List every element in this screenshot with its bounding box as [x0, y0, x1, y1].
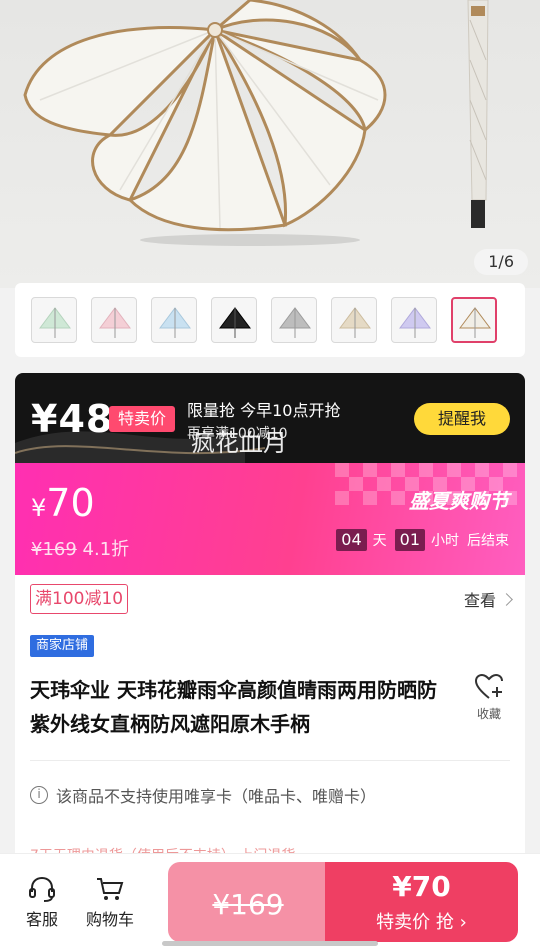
original-price-label: ¥169	[212, 888, 284, 921]
card-note-text: 该商品不支持使用唯享卡（唯品卡、唯赠卡）	[56, 787, 377, 806]
thumbnail-mint[interactable]	[31, 297, 77, 343]
thumbnail-beige[interactable]	[331, 297, 377, 343]
home-indicator	[162, 941, 378, 946]
flash-sale-banner: ¥48 特卖价 限量抢 今早10点开抢 再享满100减10 疯花血月 提醒我	[15, 373, 525, 465]
thumbnail-black[interactable]	[211, 297, 257, 343]
discount-rate: 4.1折	[82, 539, 130, 560]
flash-sale-title: 限量抢 今早10点开抢	[187, 401, 341, 420]
countdown-days: 04	[336, 529, 367, 551]
favorite-label: 收藏	[476, 707, 501, 721]
view-coupons-link[interactable]: 查看	[463, 587, 513, 611]
shop-badge: 商家店铺	[30, 635, 95, 657]
view-link-label: 查看	[463, 591, 496, 610]
currency-symbol: ¥	[31, 494, 47, 522]
original-price: ¥169	[31, 539, 77, 560]
checker-pattern	[335, 463, 517, 505]
product-title: 天玮伞业 天玮花瓣雨伞高颜值晴雨两用防晒防紫外线女直柄防风遮阳原木手柄	[30, 678, 437, 736]
headset-icon	[29, 876, 55, 902]
thumbnail-gray[interactable]	[271, 297, 317, 343]
countdown-days-unit: 天	[372, 533, 387, 549]
buy-action-label: 特卖价 抢 ›	[376, 912, 467, 933]
product-info: 满100减10 查看 商家店铺 天玮伞业 天玮花瓣雨伞高颜值晴雨两用防晒防紫外线…	[15, 575, 525, 865]
price-banner: ¥70 ¥169 4.1折 盛夏爽购节 04 天 01 小时 后结束	[15, 463, 525, 575]
original-price-button[interactable]: ¥169	[168, 862, 328, 942]
divider	[30, 760, 510, 761]
buy-price: ¥70	[392, 870, 451, 903]
thumbnail-cream[interactable]	[451, 297, 497, 343]
coupon-badge[interactable]: 满100减10	[30, 584, 129, 614]
sale-price-value: 70	[46, 481, 95, 525]
info-icon: i	[30, 786, 48, 804]
heart-plus-icon	[474, 673, 503, 699]
original-price-row: ¥169 4.1折	[31, 535, 129, 561]
bottom-action-bar: 客服 购物车 ¥169 ¥70 特卖价 抢 ›	[0, 853, 540, 949]
thumbnail-lavender[interactable]	[391, 297, 437, 343]
countdown-hours-unit: 小时	[431, 533, 459, 549]
sale-price: ¥70	[31, 481, 95, 525]
countdown-suffix: 后结束	[467, 533, 509, 549]
event-title: 盛夏爽购节	[409, 489, 509, 513]
countdown-hours: 01	[394, 529, 425, 551]
customer-service-label: 客服	[25, 910, 58, 929]
chevron-right-icon	[500, 592, 513, 606]
buy-action-text: 特卖价 抢	[376, 912, 454, 933]
card-restriction-note: i 该商品不支持使用唯享卡（唯品卡、唯赠卡）	[30, 783, 376, 807]
customer-service-button[interactable]: 客服	[12, 876, 72, 930]
product-hero-image[interactable]: 1/6	[0, 0, 540, 288]
color-thumbnails	[15, 283, 525, 357]
remind-me-button[interactable]: 提醒我	[414, 403, 510, 435]
cart-label: 购物车	[85, 910, 134, 929]
flash-overlay-text: 疯花血月	[191, 429, 287, 457]
umbrella-illustration	[23, 0, 489, 246]
flash-price-tag: 特卖价	[109, 406, 175, 432]
cart-icon	[97, 878, 124, 900]
countdown-timer: 04 天 01 小时 后结束	[336, 529, 509, 551]
cart-button[interactable]: 购物车	[80, 876, 140, 930]
page-indicator: 1/6	[474, 249, 528, 275]
buy-now-button[interactable]: ¥70 特卖价 抢 ›	[325, 862, 518, 942]
thumbnail-pink[interactable]	[91, 297, 137, 343]
flash-price: ¥48	[31, 397, 114, 441]
product-page: 1/6 ¥48 特卖价 限量抢 今早10点开抢 再享满100减10 疯花血月 提…	[0, 0, 540, 949]
thumbnail-sky-blue[interactable]	[151, 297, 197, 343]
favorite-button[interactable]: 收藏	[471, 673, 507, 722]
